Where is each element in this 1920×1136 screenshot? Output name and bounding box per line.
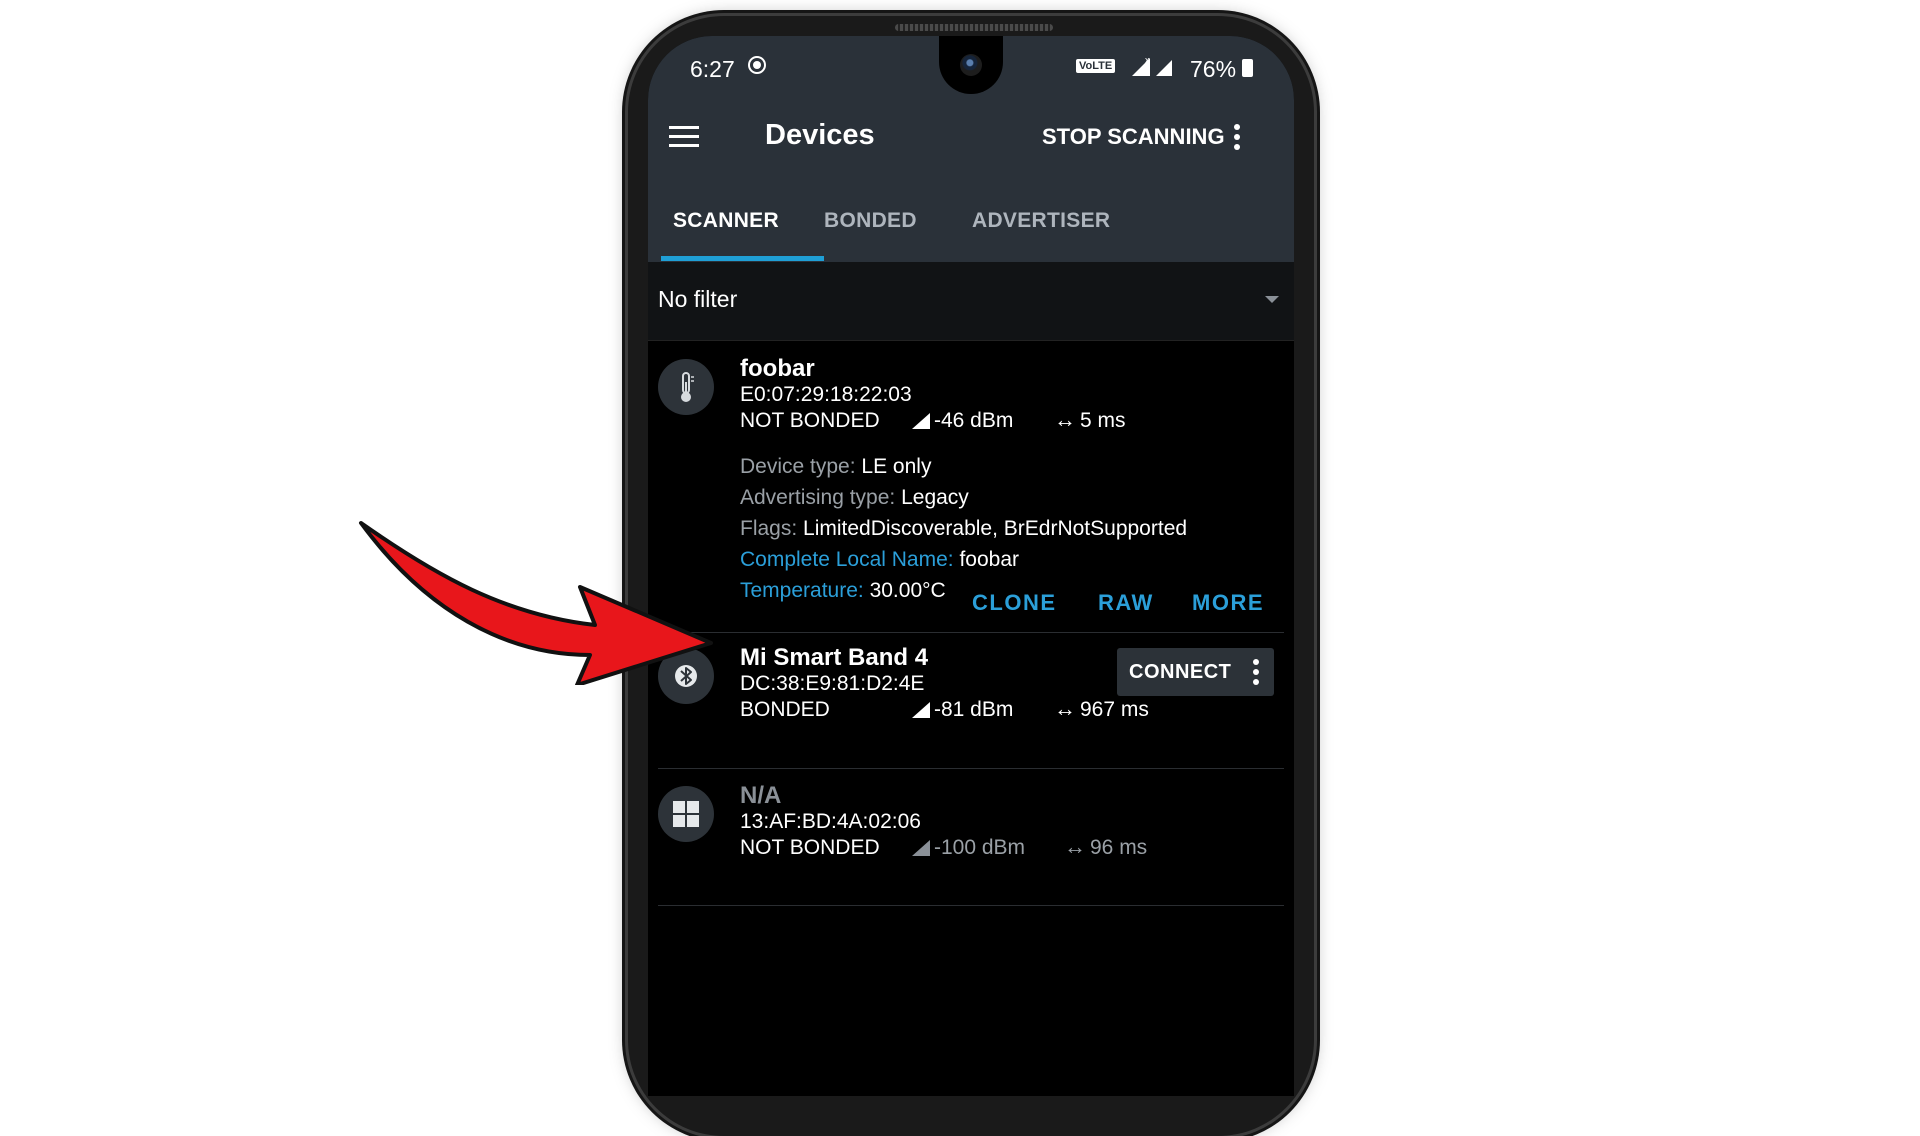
- interval-icon: ↔: [1064, 834, 1086, 859]
- detail-value: foobar: [959, 548, 1019, 571]
- thermometer-icon: [658, 359, 714, 415]
- status-time: 6:27: [690, 56, 735, 82]
- windows-icon: [658, 786, 714, 842]
- tab-bar: SCANNER BONDED ADVERTISER: [648, 180, 1294, 262]
- device-name: Mi Smart Band 4: [740, 644, 929, 671]
- list-item[interactable]: N/A 13:AF:BD:4A:02:06 NOT BONDED -100 dB…: [648, 770, 1294, 904]
- active-tab-indicator: [661, 256, 824, 261]
- device-overflow-icon[interactable]: [1251, 658, 1261, 686]
- red-arrow-annotation: [359, 521, 713, 685]
- tab-scanner[interactable]: SCANNER: [673, 180, 779, 262]
- rssi-icon: [912, 840, 930, 856]
- bond-state: NOT BONDED: [740, 409, 880, 432]
- device-name: N/A: [740, 782, 782, 809]
- front-camera: [960, 54, 982, 76]
- interval-icon: ↔: [1054, 696, 1076, 721]
- divider: [658, 632, 1284, 633]
- detail-key: Device type:: [740, 455, 856, 478]
- filter-label: No filter: [658, 286, 738, 312]
- stop-scanning-button[interactable]: STOP SCANNING: [1042, 124, 1225, 150]
- rssi-value: -46 dBm: [934, 409, 1014, 432]
- detail-value: 30.00°C: [869, 579, 946, 602]
- battery-percent: 76%: [1190, 56, 1237, 82]
- svg-text:x: x: [1145, 55, 1150, 65]
- record-icon: [748, 56, 766, 74]
- rssi-value: -81 dBm: [934, 698, 1014, 721]
- page-title: Devices: [765, 119, 875, 151]
- phone-speaker: [895, 24, 1053, 31]
- menu-icon[interactable]: [669, 125, 701, 149]
- detail-key: Flags:: [740, 517, 798, 540]
- interval-icon: ↔: [1054, 407, 1076, 432]
- raw-button[interactable]: RAW: [1098, 590, 1154, 616]
- rssi-icon: [912, 702, 930, 718]
- rssi-icon: [912, 413, 930, 429]
- list-item[interactable]: foobar E0:07:29:18:22:03 NOT BONDED -46 …: [648, 341, 1294, 630]
- signal-icon: x: [1132, 55, 1172, 76]
- detail-key: Advertising type:: [740, 486, 896, 509]
- bond-state: NOT BONDED: [740, 836, 880, 859]
- divider: [658, 905, 1284, 906]
- rssi-value: -100 dBm: [934, 836, 1026, 859]
- more-button[interactable]: MORE: [1192, 590, 1264, 616]
- device-address: 13:AF:BD:4A:02:06: [740, 810, 921, 833]
- clone-button[interactable]: CLONE: [972, 590, 1057, 616]
- device-name: foobar: [740, 355, 815, 382]
- battery-icon: [1242, 59, 1253, 77]
- phone-screen: 6:27 VoLTE x 76% Devices STOP SCANNING S…: [648, 36, 1294, 1096]
- interval-value: 5 ms: [1080, 409, 1126, 432]
- volte-badge: VoLTE: [1076, 59, 1116, 73]
- bond-state: BONDED: [740, 698, 830, 721]
- detail-key: Temperature:: [740, 579, 864, 602]
- connect-label: CONNECT: [1129, 661, 1232, 683]
- overflow-menu-icon[interactable]: [1232, 123, 1242, 153]
- detail-key: Complete Local Name:: [740, 548, 954, 571]
- detail-value: LimitedDiscoverable, BrEdrNotSupported: [803, 517, 1188, 540]
- device-address: DC:38:E9:81:D2:4E: [740, 672, 925, 695]
- interval-value: 96 ms: [1090, 836, 1148, 859]
- divider: [658, 768, 1284, 769]
- detail-value: LE only: [861, 455, 932, 478]
- detail-value: Legacy: [901, 486, 969, 509]
- dropdown-arrow-icon: [1265, 296, 1279, 303]
- device-address: E0:07:29:18:22:03: [740, 383, 912, 406]
- interval-value: 967 ms: [1080, 698, 1149, 721]
- device-details: Device type: LE only Advertising type: L…: [740, 451, 1187, 606]
- connect-button[interactable]: CONNECT: [1117, 648, 1274, 696]
- tab-bonded[interactable]: BONDED: [824, 180, 917, 262]
- filter-dropdown[interactable]: No filter: [648, 262, 1294, 341]
- tab-advertiser[interactable]: ADVERTISER: [972, 180, 1110, 262]
- list-item[interactable]: Mi Smart Band 4 DC:38:E9:81:D2:4E BONDED…: [648, 634, 1294, 766]
- app-toolbar: Devices STOP SCANNING: [648, 96, 1294, 180]
